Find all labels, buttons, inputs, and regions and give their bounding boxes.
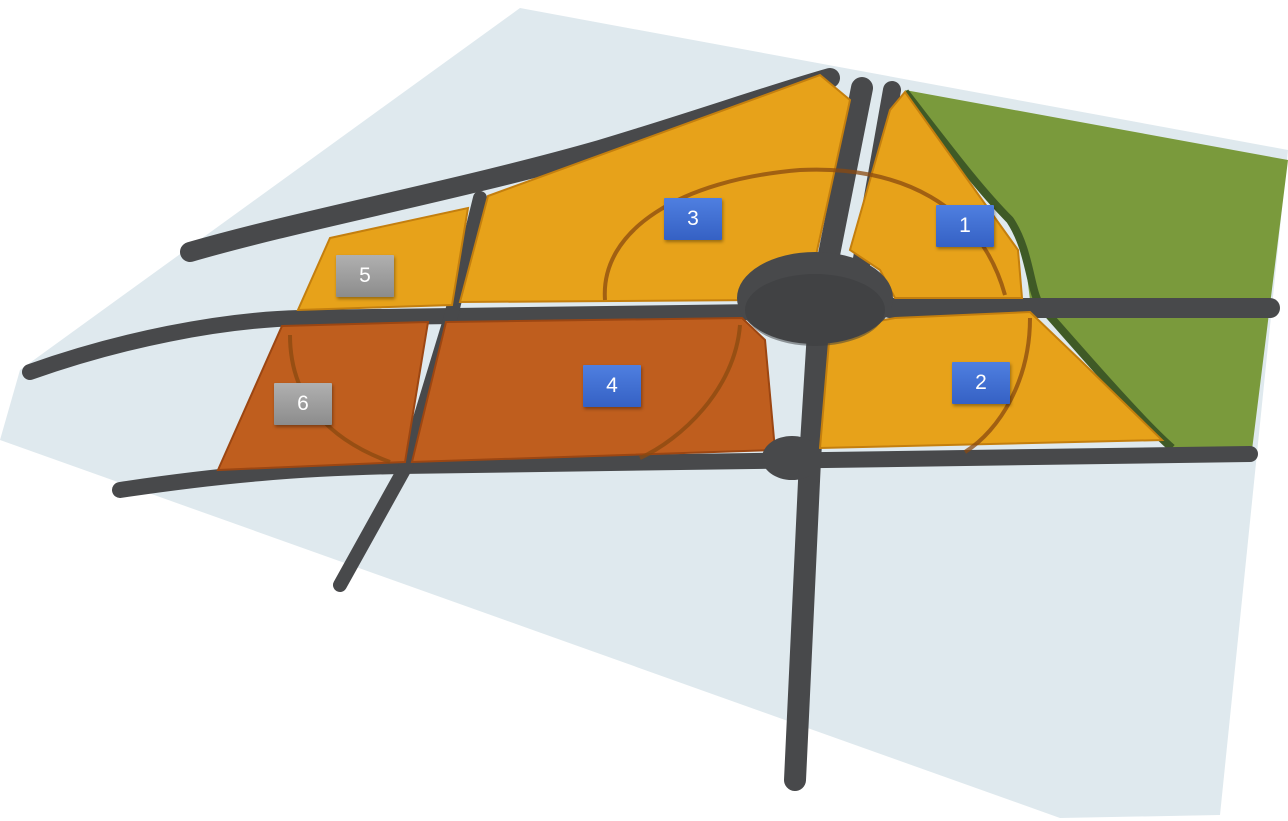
parcel-label-2[interactable]: 2 [952,362,1010,404]
parcel-label-1-text: 1 [959,214,971,237]
parcel-label-5[interactable]: 5 [336,255,394,297]
parcel-label-3[interactable]: 3 [664,198,722,240]
parcel-label-2-text: 2 [975,371,987,394]
roundabout-main-shadow [745,274,885,346]
parcel-label-3-text: 3 [687,207,699,230]
parcel-label-5-text: 5 [359,264,371,287]
parcel-label-1[interactable]: 1 [936,205,994,247]
parcel-label-6-text: 6 [297,392,309,415]
roundabout-south [762,436,822,480]
parcel-label-4[interactable]: 4 [583,365,641,407]
parcel-label-4-text: 4 [606,374,618,397]
parcel-label-6[interactable]: 6 [274,383,332,425]
site-plan-map [0,8,1288,818]
